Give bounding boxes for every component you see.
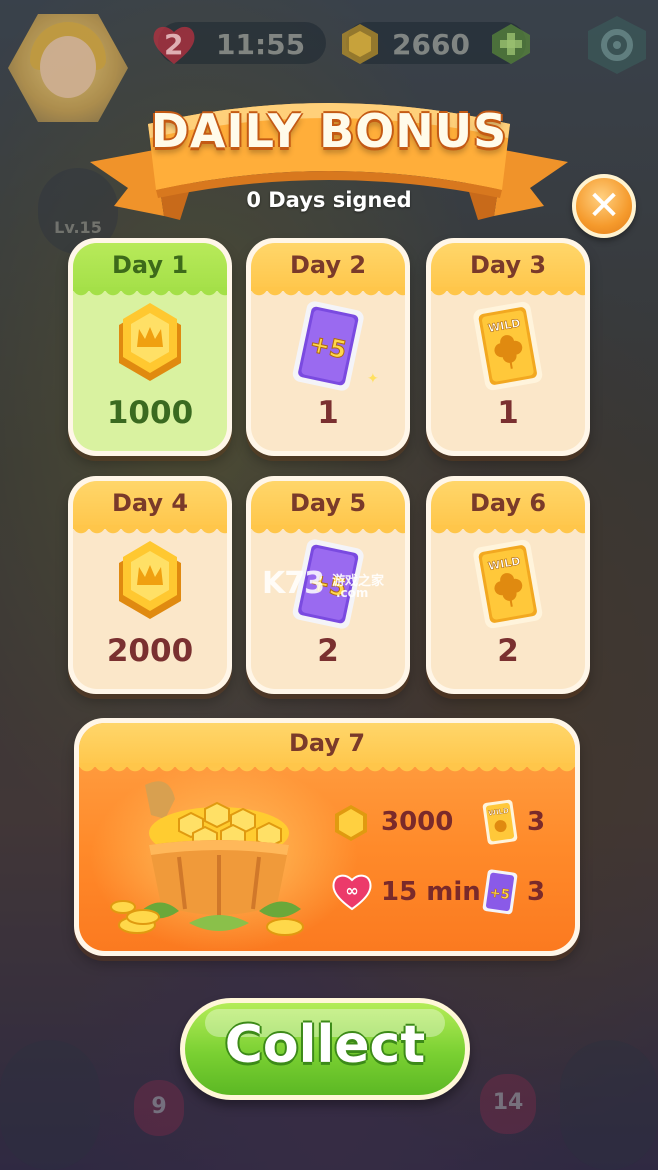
top-hud: 2 11:55 2660: [0, 0, 658, 122]
right-counter-value: 14: [492, 1090, 524, 1115]
coins-count: 2660: [392, 28, 470, 61]
reward-amount: 1: [497, 395, 519, 431]
reward-amount: 1000: [106, 395, 194, 431]
close-button[interactable]: ✕: [572, 174, 636, 238]
lives-count: 2: [164, 28, 184, 61]
day-card-1[interactable]: Day 1 1000: [68, 238, 232, 456]
collect-button[interactable]: Collect: [180, 998, 470, 1100]
day-card-3[interactable]: Day 3 WILD 1: [426, 238, 590, 456]
day7-infinite-lives: 15 min: [381, 877, 481, 907]
plus5-moves-card-icon: +5 ✦: [292, 301, 379, 391]
close-icon: ✕: [587, 183, 621, 229]
page-title: DAILY BONUS: [150, 104, 508, 158]
day-label: Day 1: [111, 251, 189, 279]
day-card-2[interactable]: Day 2 +5 ✦ 1: [246, 238, 410, 456]
trophy-button[interactable]: [560, 1040, 658, 1170]
wild-card-icon: WILD: [473, 539, 543, 629]
day-label: Day 3: [469, 251, 547, 279]
watermark-domain: .com: [336, 586, 369, 600]
coin-icon: [342, 24, 378, 64]
reward-amount: 2: [497, 633, 519, 669]
coin-icon: [119, 303, 181, 381]
day-label: Day 5: [289, 489, 367, 517]
coin-icon: [119, 541, 181, 619]
reward-amount: 2000: [106, 633, 194, 669]
left-counter-value: 9: [151, 1094, 167, 1119]
day-card-6[interactable]: Day 6 WILD 2: [426, 476, 590, 694]
treasure-pot-icon: [110, 781, 304, 936]
wild-card-icon: WILD: [482, 799, 518, 845]
day-label: Day 6: [469, 489, 547, 517]
day-card-7[interactable]: Day 7 3000 WILD 3 ∞ 15 min +5 3: [74, 718, 580, 956]
coin-icon: [335, 805, 367, 841]
svg-text:∞: ∞: [345, 881, 358, 900]
day-label: Day 7: [288, 729, 366, 757]
day7-plus5-count: 3: [527, 877, 546, 907]
svg-text:✦: ✦: [367, 371, 379, 387]
watermark-logo: K73: [262, 566, 325, 601]
day-label: Day 4: [111, 489, 189, 517]
plus5-moves-card-icon: +5: [482, 869, 518, 915]
days-signed-label: 0 Days signed: [246, 188, 412, 212]
right-level-counter: 14: [480, 1074, 536, 1134]
left-level-counter: 9: [134, 1080, 184, 1136]
day7-coins-amount: 3000: [381, 807, 454, 837]
infinite-lives-heart-icon: ∞: [332, 874, 372, 911]
reward-amount: 1: [317, 395, 339, 431]
reward-amount: 2: [317, 633, 339, 669]
svg-text:+5: +5: [489, 886, 511, 904]
day7-wild-count: 3: [527, 807, 546, 837]
add-coins-icon[interactable]: [490, 22, 532, 66]
collect-label: Collect: [224, 1015, 426, 1075]
day-label: Day 2: [289, 251, 367, 279]
wild-card-icon: WILD: [473, 301, 543, 391]
lives-timer: 11:55: [216, 28, 306, 61]
shop-basket-button[interactable]: [0, 1040, 100, 1170]
day-card-4[interactable]: Day 4 2000: [68, 476, 232, 694]
settings-gear-icon[interactable]: [582, 14, 652, 76]
